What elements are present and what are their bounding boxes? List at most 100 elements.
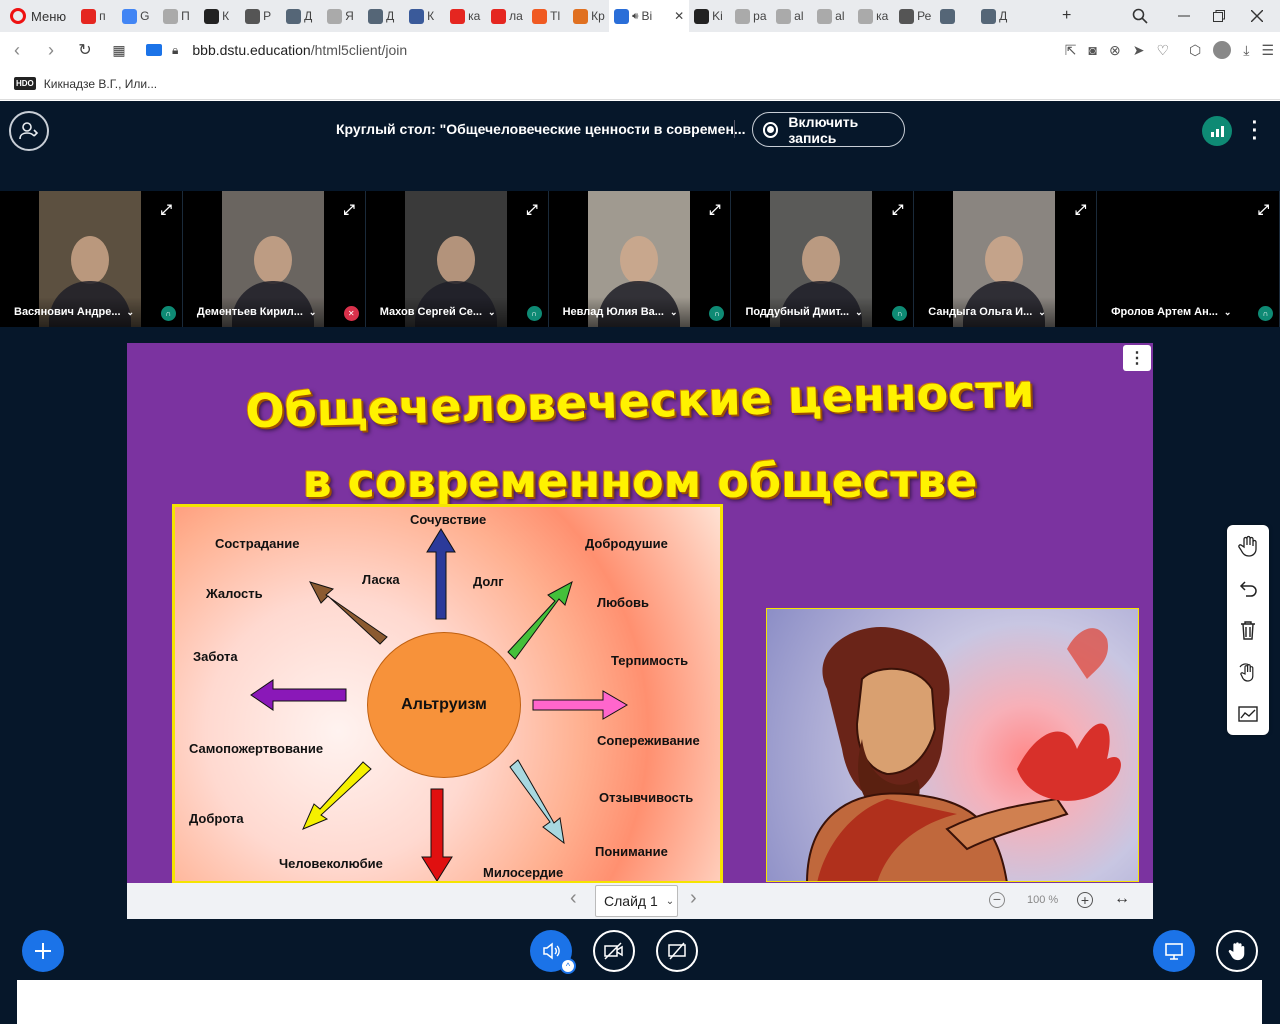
search-tabs-icon[interactable] [1132,0,1148,32]
presentation-toggle-button[interactable] [1153,930,1195,972]
participant-name[interactable]: Махов Сергей Се... ⌄ [365,297,548,327]
browser-tab[interactable]: ра [730,0,771,32]
profile-avatar[interactable] [1213,41,1232,59]
audio-playing-icon[interactable]: 🔊︎ [632,11,638,22]
browser-tab[interactable]: ла [486,0,527,32]
fullscreen-icon[interactable]: ⤢ [344,201,355,218]
browser-tab[interactable]: Р [240,0,281,32]
browser-tab[interactable]: Тl [527,0,568,32]
browser-tab[interactable] [935,0,976,32]
download-icon[interactable]: ⤓ [1243,42,1249,59]
participant-face [619,236,658,284]
browser-tab[interactable]: G [117,0,158,32]
camera-active-icon[interactable] [146,44,162,56]
browser-tab[interactable]: ка [445,0,486,32]
browser-tab[interactable]: Д [363,0,404,32]
participant-name[interactable]: Невлад Юлия Ва... ⌄ [548,297,731,327]
webcam-tile[interactable]: ⤢ Сандыга Ольга И... ⌄ [914,191,1098,327]
chevron-down-icon[interactable]: ⌄ [1038,307,1046,318]
webcam-tile[interactable]: ⤢ Васянович Андре... ⌄ ∩ [0,191,183,327]
fullscreen-icon[interactable]: ⤢ [892,201,903,218]
reload-icon[interactable]: ↻ [68,40,102,60]
browser-tab[interactable]: Кр [568,0,609,32]
adblock-icon[interactable]: ⊗ [1109,42,1121,59]
browser-tab[interactable]: К [199,0,240,32]
participant-name[interactable]: Васянович Андре... ⌄ [0,297,182,327]
chevron-down-icon[interactable]: ⌄ [855,307,863,318]
participant-name[interactable]: Дементьев Кирил... ⌄ [182,297,365,327]
browser-tab[interactable]: К [404,0,445,32]
trash-icon[interactable] [1236,618,1260,642]
browser-tab[interactable]: al [812,0,853,32]
camera-off-button[interactable] [593,930,635,972]
prev-slide-icon[interactable]: ‹ [570,887,577,910]
audio-settings-icon[interactable]: ^ [560,958,576,974]
webcam-tile[interactable]: ⤢ Махов Сергей Се... ⌄ ∩ [365,191,549,327]
browser-tab[interactable]: ка [853,0,894,32]
participant-name[interactable]: Сандыга Ольга И... ⌄ [914,297,1097,327]
speed-dial-icon[interactable]: ▦ [102,42,136,59]
participant-name[interactable]: Поддубный Дмит... ⌄ [731,297,914,327]
opera-menu-button[interactable]: Меню [0,0,76,32]
chevron-down-icon[interactable]: ⌄ [488,307,496,318]
lock-icon[interactable]: 🔒︎ [172,43,178,58]
fullscreen-icon[interactable]: ⤢ [526,201,537,218]
fullscreen-icon[interactable]: ⤢ [1075,201,1086,218]
browser-tab[interactable]: Я [322,0,363,32]
heart-icon[interactable]: ♡ [1156,42,1169,59]
next-slide-icon[interactable]: › [690,887,697,910]
chevron-down-icon[interactable]: ⌄ [127,307,135,318]
word-laska: Ласка [362,572,400,587]
bookmark-item[interactable]: Кикнадзе В.Г., Или... [44,77,157,91]
extensions-icon[interactable]: ⬡ [1189,42,1201,59]
webcam-tile[interactable]: ⤢ Невлад Юлия Ва... ⌄ ∩ [548,191,732,327]
browser-tab[interactable]: П [158,0,199,32]
browser-tab[interactable]: Д [281,0,322,32]
user-list-toggle[interactable] [9,111,49,151]
webcam-tile[interactable]: ⤢ Дементьев Кирил... ⌄ ✕ [182,191,366,327]
browser-tab[interactable]: 🔊︎ Bi ✕ [609,0,690,32]
forward-icon[interactable]: › [34,40,68,61]
browser-tab[interactable]: Ре [894,0,935,32]
minimize-icon[interactable] [1178,0,1190,32]
chart-tool-icon[interactable] [1236,702,1260,726]
screenshare-off-button[interactable] [656,930,698,972]
record-button[interactable]: Включить запись [752,112,905,147]
fit-width-icon[interactable]: ↔ [1114,890,1130,908]
snapshot-icon[interactable]: ◙ [1089,42,1097,58]
restore-icon[interactable] [1213,0,1225,32]
actions-plus-button[interactable] [22,930,64,972]
multi-user-icon[interactable] [1236,660,1260,684]
close-window-icon[interactable] [1251,0,1263,32]
fullscreen-icon[interactable]: ⤢ [1258,201,1269,218]
send-icon[interactable]: ➤ [1133,42,1145,59]
browser-tab[interactable]: Д [976,0,1017,32]
url-field[interactable]: bbb.dstu.education/html5client/join [192,42,407,58]
browser-tab[interactable]: п [76,0,117,32]
zoom-in-icon[interactable]: + [1077,892,1093,908]
close-tab-icon[interactable]: ✕ [674,9,684,23]
new-tab-button[interactable]: + [1062,0,1071,32]
hand-tool-icon[interactable] [1236,534,1260,558]
webcam-tile[interactable]: ⤢ Поддубный Дмит... ⌄ ∩ [731,191,915,327]
slide-options-icon[interactable]: ⋮ [1123,345,1151,371]
chevron-down-icon[interactable]: ⌄ [1224,307,1232,318]
browser-tab[interactable]: al [771,0,812,32]
fullscreen-icon[interactable]: ⤢ [161,201,172,218]
connection-status-icon[interactable] [1202,116,1232,146]
participant-name[interactable]: Фролов Артем Ан... ⌄ [1097,297,1280,327]
slide-select[interactable]: Слайд 1 ⌄ [595,885,678,917]
share-icon[interactable]: ⇱ [1065,42,1077,59]
options-menu-icon[interactable]: · · · [1245,113,1265,149]
undo-icon[interactable] [1236,576,1260,600]
chevron-down-icon[interactable]: ⌄ [670,307,678,318]
easy-setup-icon[interactable]: ☰ [1261,42,1274,59]
zoom-out-icon[interactable]: − [989,892,1005,908]
back-icon[interactable]: ‹ [0,40,34,61]
fullscreen-icon[interactable]: ⤢ [709,201,720,218]
raise-hand-button[interactable] [1216,930,1258,972]
webcam-tile[interactable]: ⤢ Фролов Артем Ан... ⌄ ∩ [1097,191,1280,327]
browser-tab[interactable]: Ki [689,0,730,32]
chevron-down-icon[interactable]: ⌄ [309,307,317,318]
audio-button[interactable]: ^ [530,930,576,974]
